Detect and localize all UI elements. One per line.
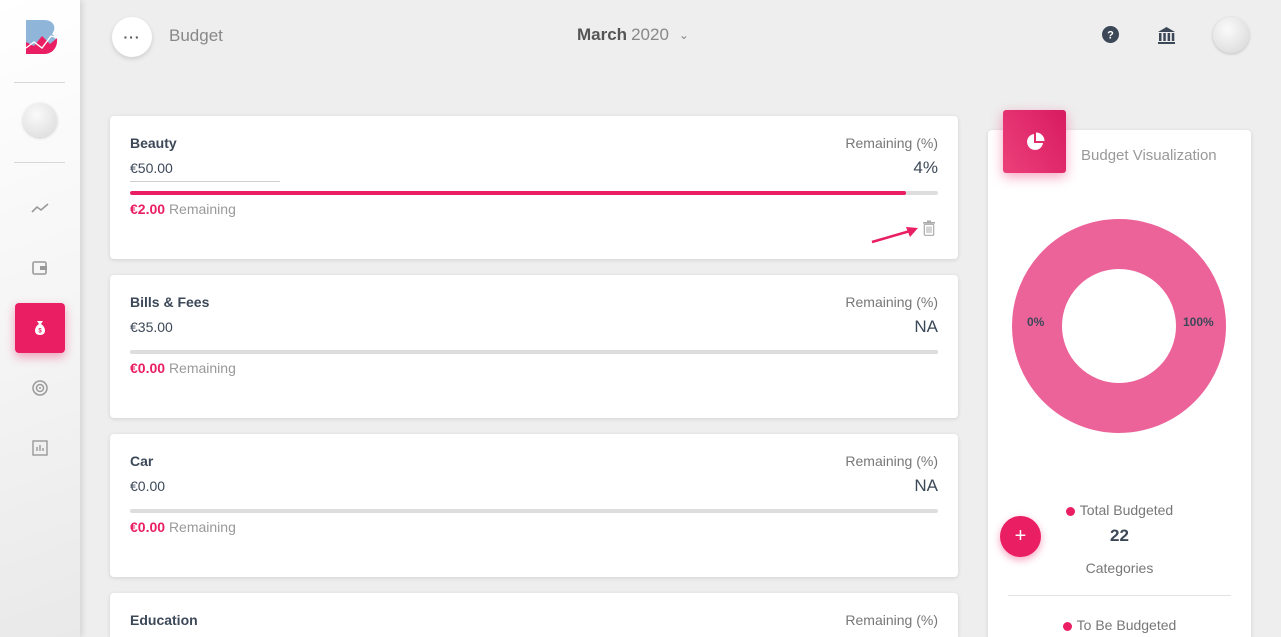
month-year: 2020 <box>631 25 669 44</box>
legend-dot <box>1065 506 1075 516</box>
to-be-budgeted-stat: To Be Budgeted <box>1048 617 1191 633</box>
sidebar-item-wallet[interactable] <box>15 243 65 293</box>
remaining-percent-label: Remaining (%) <box>845 453 938 469</box>
plus-icon: + <box>1014 525 1027 547</box>
pie-chart-badge <box>1003 110 1066 173</box>
svg-text:?: ? <box>1107 30 1114 42</box>
panel-title: Budget Visualization <box>1081 147 1217 164</box>
budget-card-car: Car €0.00 Remaining (%) NA €0.00 Remaini… <box>110 434 958 577</box>
sidebar-item-budget[interactable]: $ <box>15 303 65 353</box>
remaining-percent-value: 4% <box>913 158 938 177</box>
progress-bar <box>130 191 938 195</box>
budget-card-education: Education Remaining (%) <box>110 593 958 637</box>
annotation-arrow <box>871 227 918 244</box>
trash-icon[interactable] <box>922 220 936 236</box>
chart-icon <box>32 440 48 456</box>
sidebar-item-trend[interactable] <box>15 183 65 233</box>
budget-amount-input[interactable]: €50.00 <box>130 160 280 182</box>
app-logo[interactable] <box>24 18 60 56</box>
sidebar-item-goals[interactable] <box>15 363 65 413</box>
remaining-suffix: Remaining <box>168 519 236 535</box>
wallet-icon <box>32 261 47 275</box>
stat-label: Total Budgeted <box>1048 502 1191 518</box>
remaining-percent-label: Remaining (%) <box>845 294 938 310</box>
progress-fill <box>130 191 906 195</box>
month-name: March <box>577 25 628 44</box>
remaining-percent-value: NA <box>914 476 938 495</box>
budget-visualization-panel: Budget Visualization 0% 100% + Total Bud… <box>988 130 1251 637</box>
remaining-percent-value: NA <box>914 317 938 336</box>
month-selector[interactable]: March 2020 ⌄ <box>577 25 689 45</box>
remaining-amount: €0.00 Remaining <box>130 360 236 376</box>
remaining-suffix: Remaining <box>168 360 236 376</box>
legend-dot <box>1062 621 1072 631</box>
sidebar-avatar[interactable] <box>23 103 57 137</box>
user-avatar[interactable] <box>1213 17 1249 53</box>
budget-card-bills-fees: Bills & Fees €35.00 Remaining (%) NA €0.… <box>110 275 958 418</box>
remaining-amount: €0.00 Remaining <box>130 519 236 535</box>
donut-label-right: 100% <box>1183 315 1214 329</box>
remaining-percent-label: Remaining (%) <box>845 612 938 628</box>
remaining-value: €2.00 <box>130 201 166 217</box>
bank-icon[interactable] <box>1157 26 1176 45</box>
more-menu-button[interactable]: ··· <box>112 17 152 57</box>
remaining-value: €0.00 <box>130 360 166 376</box>
donut-label-left: 0% <box>1027 315 1045 329</box>
remaining-suffix: Remaining <box>168 201 236 217</box>
sidebar: $ <box>0 0 80 637</box>
category-name: Education <box>130 612 198 628</box>
sidebar-item-reports[interactable] <box>15 423 65 473</box>
top-bar: ··· Budget March 2020 ⌄ ? <box>80 0 1281 80</box>
remaining-value: €0.00 <box>130 519 166 535</box>
pie-chart-icon <box>1026 132 1044 150</box>
budget-amount-input[interactable]: €35.00 <box>130 319 280 341</box>
total-budgeted-sub: Categories <box>1085 560 1154 576</box>
category-name: Car <box>130 453 154 469</box>
remaining-percent-label: Remaining (%) <box>845 135 938 151</box>
progress-bar <box>130 350 938 354</box>
panel-divider <box>1008 595 1231 596</box>
add-category-button[interactable]: + <box>1000 516 1041 557</box>
remaining-amount: €2.00 Remaining <box>130 201 236 217</box>
budget-card-beauty: Beauty €50.00 Remaining (%) 4% €2.00 Rem… <box>110 116 958 259</box>
help-icon[interactable]: ? <box>1102 26 1119 43</box>
donut-ring <box>1012 219 1226 433</box>
total-budgeted-value: 22 <box>1110 526 1129 545</box>
total-budgeted-stat: Total Budgeted 22 Categories <box>1048 502 1191 576</box>
page-title: Budget <box>169 26 223 45</box>
money-bag-icon: $ <box>35 321 45 335</box>
sidebar-divider <box>14 82 65 83</box>
to-be-budgeted-label: To Be Budgeted <box>1076 617 1177 633</box>
sidebar-divider <box>14 162 65 163</box>
ellipsis-icon: ··· <box>123 29 141 45</box>
target-icon <box>32 380 48 396</box>
trend-icon <box>31 203 49 213</box>
total-budgeted-label: Total Budgeted <box>1079 502 1174 518</box>
category-name: Bills & Fees <box>130 294 210 310</box>
stat-label: To Be Budgeted <box>1048 617 1191 633</box>
category-name: Beauty <box>130 135 177 151</box>
budget-amount-input[interactable]: €0.00 <box>130 478 280 500</box>
chevron-down-icon: ⌄ <box>678 28 689 42</box>
progress-bar <box>130 509 938 513</box>
